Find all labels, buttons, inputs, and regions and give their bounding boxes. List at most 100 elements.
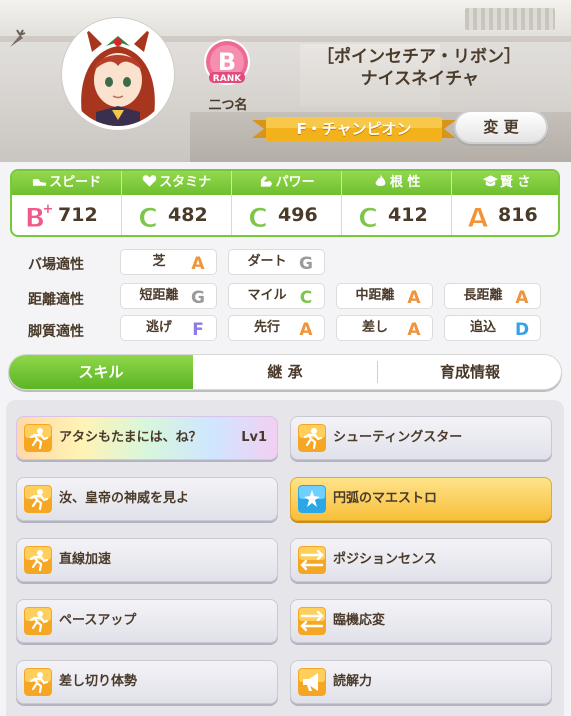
aptitude-turf: 芝 A — [120, 249, 217, 275]
skill-name: アタシもたまには、ね？ — [59, 430, 202, 445]
carrot-icon — [10, 29, 26, 47]
stat-label: スピード — [49, 175, 102, 190]
aptitude-medium: 中距離 A — [336, 283, 433, 309]
svg-text:F: F — [192, 320, 204, 338]
grade-b-plus-icon: B+ — [24, 202, 53, 232]
grade-c-icon: C — [300, 288, 312, 306]
track-aptitude-label: バ場適性 — [28, 257, 84, 273]
distance-aptitude-label: 距離適性 — [28, 292, 84, 308]
svg-text:A: A — [407, 288, 421, 306]
stat-power: パワー C 496 — [232, 171, 342, 235]
skill-item[interactable]: ペースアップ — [16, 599, 278, 643]
runner-icon — [24, 424, 52, 452]
aptitude-name: 差し — [361, 320, 388, 335]
character-header: B RANK 二つ名 ［ポインセチア・リボン］ ナイスネイチャ F・チャンピオン… — [0, 0, 571, 162]
stat-value: 496 — [278, 204, 318, 226]
stat-header: スタミナ — [122, 171, 232, 195]
stat-value: 412 — [388, 204, 428, 226]
skill-item[interactable]: 汝、皇帝の神威を見よ — [16, 477, 278, 521]
style-aptitude-label: 脚質適性 — [28, 324, 84, 340]
tab-skills[interactable]: スキル — [9, 355, 193, 389]
svg-text:D: D — [515, 320, 529, 338]
skill-name: 汝、皇帝の神威を見よ — [59, 491, 190, 506]
rank-badge-icon: B RANK — [204, 39, 250, 85]
runner-icon — [24, 668, 52, 696]
skill-item[interactable]: 読解力 — [290, 660, 552, 704]
skill-name: ペースアップ — [59, 613, 137, 628]
stat-value: 816 — [498, 204, 538, 226]
rank-subtitle: 二つ名 — [208, 98, 248, 113]
svg-text:A: A — [191, 254, 205, 272]
grade-a-icon: A — [407, 288, 421, 306]
skill-item[interactable]: 差し切り体勢 — [16, 660, 278, 704]
stat-label: スタミナ — [159, 175, 212, 190]
skill-item[interactable]: 直線加速 — [16, 538, 278, 582]
aptitude-chaser: 追込 D — [444, 315, 541, 341]
change-title-button[interactable]: 変 更 — [454, 110, 548, 144]
grade-c-icon: C — [248, 203, 269, 233]
skill-item[interactable]: ポジションセンス — [290, 538, 552, 582]
skill-level: Lv1 — [241, 430, 267, 445]
skill-name: 円弧のマエストロ — [333, 491, 438, 506]
skill-item[interactable]: シューティングスター — [290, 416, 552, 460]
skill-name: 臨機応変 — [333, 613, 386, 628]
grade-f-icon: F — [192, 320, 204, 338]
info-tabs: スキル 継 承 育成情報 — [8, 354, 562, 390]
aptitude-name: 先行 — [253, 320, 280, 335]
character-portrait[interactable] — [62, 18, 174, 130]
stat-wisdom: 賢 さ A 816 — [452, 171, 558, 235]
aptitude-dirt: ダート G — [228, 249, 325, 275]
grade-g-icon: G — [299, 254, 313, 272]
aptitude-leader: 先行 A — [228, 315, 325, 341]
skill-item[interactable]: 臨機応変 — [290, 599, 552, 643]
aptitude-name: マイル — [247, 288, 287, 303]
flame-icon — [375, 174, 386, 186]
svg-text:A: A — [468, 203, 489, 232]
rank-word: RANK — [213, 74, 242, 84]
skill-item[interactable]: アタシもたまには、ね？ Lv1 — [16, 416, 278, 460]
skill-list: アタシもたまには、ね？ Lv1 シューティングスター 汝、皇帝の神威を見よ 円弧… — [6, 400, 564, 716]
grade-c-icon: C — [358, 203, 379, 233]
recovery-icon — [298, 485, 326, 513]
arrows-icon — [298, 607, 326, 635]
svg-text:A: A — [299, 320, 313, 338]
stat-header: 賢 さ — [452, 171, 558, 195]
grade-a-icon: A — [407, 320, 421, 338]
grade-d-icon: D — [515, 320, 529, 338]
aptitude-mile: マイル C — [228, 283, 325, 309]
svg-text:A: A — [407, 320, 421, 338]
stat-label: 根 性 — [389, 175, 421, 190]
stat-value: 712 — [58, 204, 98, 226]
stat-label: 賢 さ — [499, 175, 531, 190]
rank-letter: B — [218, 48, 236, 76]
aptitude-betweener: 差し A — [336, 315, 433, 341]
svg-text:A: A — [515, 288, 529, 306]
tab-inheritance[interactable]: 継 承 — [193, 355, 377, 389]
tab-training-info[interactable]: 育成情報 — [378, 355, 561, 389]
runner-icon — [298, 424, 326, 452]
stat-guts: 根 性 C 412 — [342, 171, 452, 235]
background-vent — [465, 8, 555, 30]
cap-icon — [482, 175, 498, 187]
aptitude-name: 中距離 — [355, 288, 395, 303]
svg-text:C: C — [248, 203, 268, 232]
svg-text:C: C — [300, 288, 312, 306]
muscle-icon — [260, 176, 272, 187]
grade-a-icon: A — [467, 203, 489, 233]
aptitude-name: ダート — [247, 254, 287, 269]
stat-header: スピード — [12, 171, 122, 195]
aptitude-name: 芝 — [152, 254, 166, 269]
stat-value: 482 — [168, 204, 208, 226]
aptitude-name: 逃げ — [145, 320, 172, 335]
grade-g-icon: G — [191, 288, 205, 306]
stat-speed: スピード B + 712 — [12, 171, 122, 235]
skill-name: 読解力 — [333, 674, 373, 689]
grade-c-icon: C — [138, 203, 159, 233]
skill-name: シューティングスター — [333, 430, 463, 445]
stats-panel: スピード B + 712 スタミナ C 482 パワー C 496 根 性 C 4… — [10, 169, 560, 237]
skill-item[interactable]: 円弧のマエストロ — [290, 477, 552, 521]
grade-a-icon: A — [191, 254, 205, 272]
runner-icon — [24, 546, 52, 574]
svg-text:G: G — [299, 254, 313, 272]
svg-text:C: C — [358, 203, 378, 232]
